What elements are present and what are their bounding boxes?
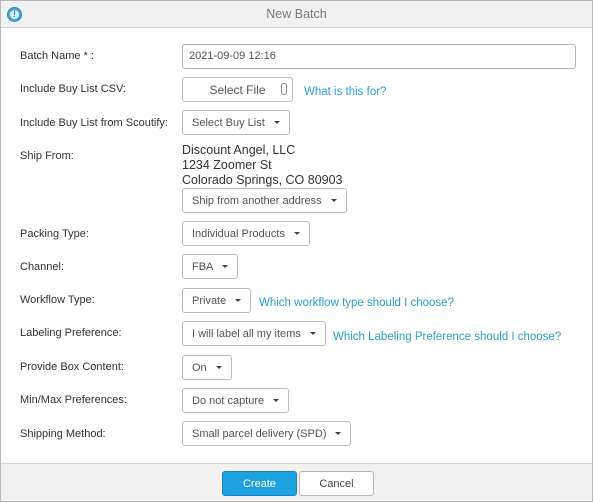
workflow-type-label: Workflow Type: xyxy=(20,294,95,306)
caret-down-icon xyxy=(273,121,280,124)
packing-type-dropdown[interactable]: Individual Products xyxy=(182,221,310,246)
address-line-2: 1234 Zoomer St xyxy=(182,158,272,172)
workflow-type-help-link[interactable]: Which workflow type should I choose? xyxy=(259,297,454,309)
cancel-button[interactable]: Cancel xyxy=(299,471,374,496)
labeling-preference-help-link[interactable]: Which Labeling Preference should I choos… xyxy=(333,331,561,343)
buy-list-scoutify-label: Include Buy List from Scoutify: xyxy=(20,117,168,129)
dialog-titlebar: ! New Batch xyxy=(1,1,592,28)
address-line-3: Colorado Springs, CO 80903 xyxy=(182,173,343,187)
shipping-method-value: Small parcel delivery (SPD) xyxy=(192,427,327,440)
labeling-preference-value: I will label all my items xyxy=(192,327,301,340)
box-content-value: On xyxy=(192,361,207,374)
caret-down-icon xyxy=(335,432,342,435)
packing-type-value: Individual Products xyxy=(192,227,285,240)
batch-name-label: Batch Name * : xyxy=(20,50,94,62)
ship-from-another-address-dropdown[interactable]: Ship from another address xyxy=(182,188,347,213)
select-file-label: Select File xyxy=(209,82,266,97)
minmax-value: Do not capture xyxy=(192,394,265,407)
select-file-button[interactable]: Select File xyxy=(182,77,293,102)
buy-list-csv-help-link[interactable]: What is this for? xyxy=(304,86,386,98)
caret-down-icon xyxy=(330,199,337,202)
address-line-1: Discount Angel, LLC xyxy=(182,143,296,157)
new-batch-dialog: ! New Batch Batch Name * : 2021-09-09 12… xyxy=(0,0,593,502)
channel-value: FBA xyxy=(192,260,214,273)
select-buy-list-dropdown[interactable]: Select Buy List xyxy=(182,110,290,135)
packing-type-label: Packing Type: xyxy=(20,228,89,240)
labeling-preference-dropdown[interactable]: I will label all my items xyxy=(182,321,326,346)
caret-down-icon xyxy=(293,232,300,235)
buy-list-csv-label: Include Buy List CSV: xyxy=(20,83,126,95)
shipping-method-label: Shipping Method: xyxy=(20,428,106,440)
workflow-type-dropdown[interactable]: Private xyxy=(182,288,252,313)
dialog-title: New Batch xyxy=(266,7,327,21)
channel-label: Channel: xyxy=(20,261,65,273)
minmax-dropdown[interactable]: Do not capture xyxy=(182,388,290,413)
minmax-label: Min/Max Preferences: xyxy=(20,394,127,406)
create-button[interactable]: Create xyxy=(222,471,297,496)
caret-down-icon xyxy=(235,299,242,302)
ship-from-label: Ship From: xyxy=(20,150,74,162)
paperclip-icon xyxy=(281,83,287,95)
box-content-dropdown[interactable]: On xyxy=(182,355,232,380)
ship-from-address: Discount Angel, LLC 1234 Zoomer St Color… xyxy=(182,143,343,188)
box-content-label: Provide Box Content: xyxy=(20,361,124,373)
caret-down-icon xyxy=(215,366,222,369)
workflow-type-value: Private xyxy=(192,294,227,307)
shipping-method-dropdown[interactable]: Small parcel delivery (SPD) xyxy=(182,421,352,446)
labeling-preference-label: Labeling Preference: xyxy=(20,327,122,339)
batch-name-input[interactable]: 2021-09-09 12:16 xyxy=(182,44,576,69)
caret-down-icon xyxy=(309,332,316,335)
select-buy-list-label: Select Buy List xyxy=(192,116,265,129)
caret-down-icon xyxy=(222,265,229,268)
caret-down-icon xyxy=(273,399,280,402)
ship-from-another-label: Ship from another address xyxy=(192,194,322,207)
channel-dropdown[interactable]: FBA xyxy=(182,254,239,279)
info-icon[interactable]: ! xyxy=(7,7,22,22)
